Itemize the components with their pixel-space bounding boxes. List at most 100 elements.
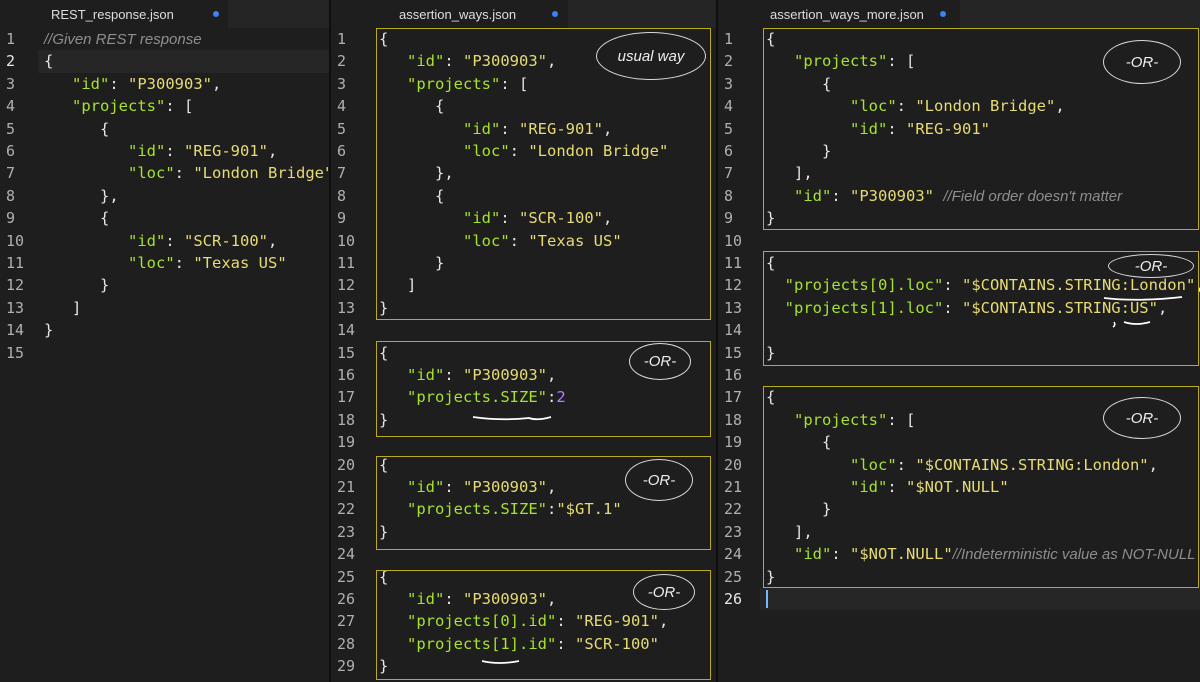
line-number: 24 <box>337 545 356 564</box>
line-number: 17 <box>337 388 356 407</box>
line-number: 12 <box>724 276 743 295</box>
json-key: "id" <box>128 142 166 160</box>
line-number: 2 <box>724 52 734 71</box>
line-number: 16 <box>724 366 743 384</box>
tab-bar: assertion_ways_more.json <box>718 0 1200 28</box>
json-punct: : <box>109 74 128 93</box>
editor-pane-assertion-ways-more[interactable]: assertion_ways_more.json -OR- -OR- -OR- … <box>718 0 1200 682</box>
line-number: 23 <box>337 522 356 541</box>
line-number: 10 <box>337 231 356 250</box>
code-line[interactable]: { <box>44 118 109 140</box>
code-line[interactable]: "id": "REG-901", <box>44 140 277 162</box>
line-number: 11 <box>337 254 356 272</box>
code-line[interactable]: } <box>44 319 53 341</box>
line-number: 6 <box>6 142 16 160</box>
json-punct: , <box>268 142 278 160</box>
line-number: 18 <box>724 410 743 429</box>
line-number: 14 <box>724 321 743 340</box>
json-punct: : <box>165 142 184 160</box>
code-line[interactable]: "id": "P300903", <box>44 73 221 95</box>
json-punct <box>44 232 128 250</box>
line-number: 17 <box>724 388 743 407</box>
line-number: 3 <box>337 74 347 93</box>
json-punct: }, <box>44 186 119 205</box>
line-number: 9 <box>6 209 16 228</box>
line-number: 8 <box>337 186 347 205</box>
active-line-highlight <box>38 50 329 73</box>
text-cursor <box>766 590 768 608</box>
json-punct: , <box>268 231 278 250</box>
code-line[interactable]: { <box>44 207 109 229</box>
line-number: 5 <box>724 119 734 138</box>
line-number: 5 <box>6 119 16 138</box>
line-number: 13 <box>337 298 356 317</box>
line-number: 22 <box>724 500 743 519</box>
line-number: 7 <box>724 164 734 183</box>
line-number: 1 <box>6 30 16 48</box>
line-number: 11 <box>724 254 743 272</box>
json-punct <box>44 142 128 160</box>
tab-label: assertion_ways.json <box>399 6 517 22</box>
active-line-highlight <box>760 588 1200 611</box>
code-line[interactable]: }, <box>44 185 119 207</box>
line-number: 15 <box>6 343 25 362</box>
or-callout: -OR- <box>625 459 693 501</box>
json-punct <box>44 164 128 182</box>
tab-rest-response[interactable]: REST_response.json <box>0 0 228 28</box>
json-punct: { <box>44 52 54 71</box>
line-number: 1 <box>724 30 734 48</box>
json-punct <box>44 97 72 115</box>
line-number: 5 <box>337 119 347 138</box>
editor-pane-rest-response[interactable]: REST_response.json 1 //Given REST respons… <box>0 0 329 682</box>
json-punct <box>44 254 128 272</box>
line-number: 19 <box>724 433 743 452</box>
json-punct: ] <box>44 298 82 317</box>
line-number: 18 <box>337 410 356 429</box>
line-number: 24 <box>724 545 743 564</box>
json-punct: : [ <box>165 97 194 116</box>
tab-assertion-ways[interactable]: assertion_ways.json <box>331 0 568 28</box>
line-number: 19 <box>337 433 356 452</box>
code-line[interactable]: { <box>44 50 53 72</box>
line-number: 6 <box>724 142 734 160</box>
json-key: "loc" <box>128 254 175 272</box>
line-number: 20 <box>337 455 356 474</box>
line-number: 9 <box>337 209 347 228</box>
code-line[interactable]: ] <box>44 297 81 319</box>
tab-label: REST_response.json <box>51 6 174 22</box>
line-number: 4 <box>337 97 347 116</box>
json-string: "REG-901" <box>184 142 268 160</box>
line-number: 1 <box>337 30 347 48</box>
line-number: 27 <box>337 612 356 631</box>
line-number: 9 <box>724 209 734 228</box>
line-number: 16 <box>337 366 356 384</box>
line-number: 21 <box>337 478 356 496</box>
or-callout: -OR- <box>1103 40 1181 84</box>
line-number: 21 <box>724 478 743 496</box>
json-key: "id" <box>72 74 110 93</box>
json-punct: { <box>44 119 110 138</box>
tab-assertion-ways-more[interactable]: assertion_ways_more.json <box>718 0 960 28</box>
or-callout: -OR- <box>1108 254 1194 278</box>
editor-pane-assertion-ways[interactable]: assertion_ways.json usual way -OR- -OR- … <box>331 0 716 682</box>
unsaved-dot-icon <box>213 11 219 17</box>
line-number: 13 <box>724 298 743 317</box>
code-line[interactable]: "loc": "Texas US" <box>44 252 287 274</box>
line-number: 22 <box>337 500 356 519</box>
usual-way-callout: usual way <box>596 32 706 80</box>
json-punct: : <box>165 231 184 250</box>
code-line[interactable]: "projects": [ <box>44 95 193 117</box>
line-number: 20 <box>724 455 743 474</box>
json-key: "loc" <box>128 164 175 183</box>
line-number: 28 <box>337 634 356 653</box>
code-comment: //Given REST response <box>44 31 202 48</box>
line-number: 14 <box>6 321 25 340</box>
code-line[interactable]: //Given REST response <box>44 28 202 50</box>
json-string: "SCR-100" <box>184 231 268 250</box>
code-line[interactable]: "id": "SCR-100", <box>44 230 277 252</box>
json-punct <box>44 75 72 93</box>
json-string: "P300903" <box>128 74 212 93</box>
code-line[interactable]: } <box>44 274 109 296</box>
code-line[interactable]: "loc": "London Bridge" <box>44 162 329 184</box>
json-string: "Texas US" <box>193 254 287 272</box>
